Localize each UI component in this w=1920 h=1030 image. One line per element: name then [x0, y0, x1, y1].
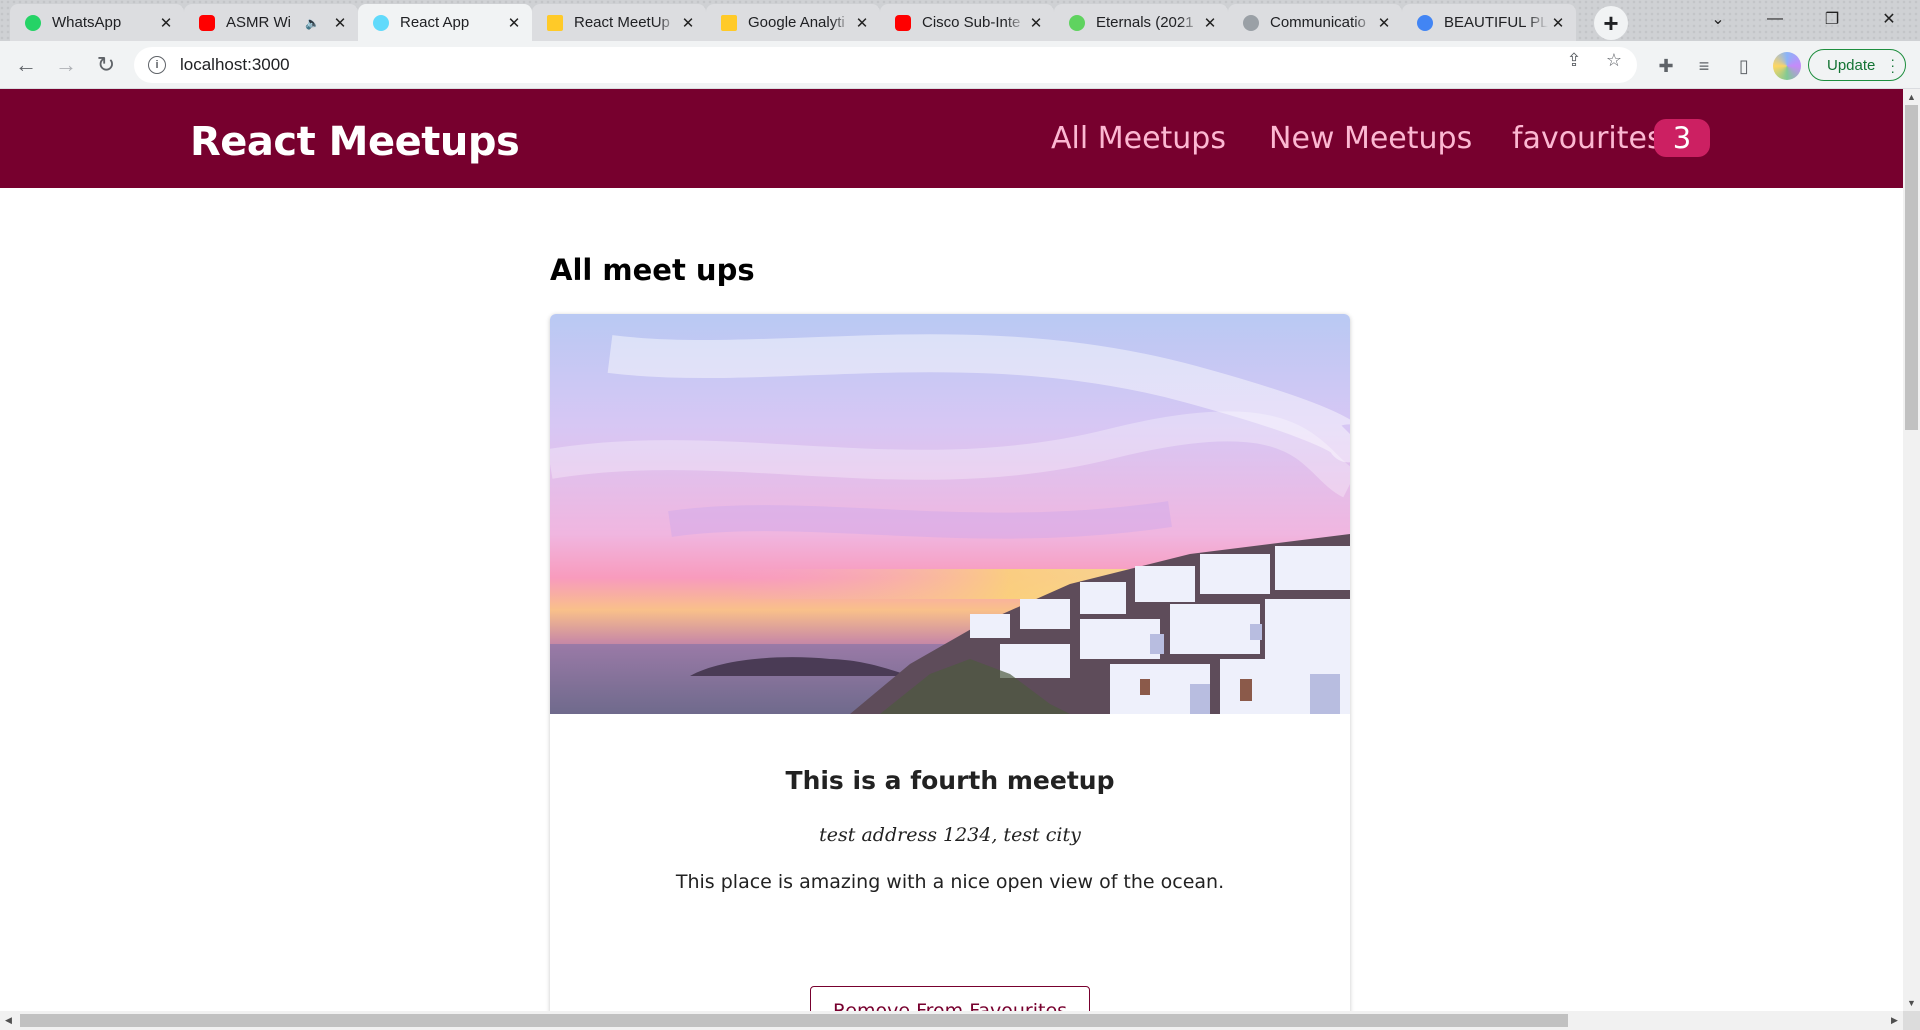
- browser-tab[interactable]: Communicatio ✕: [1228, 4, 1402, 41]
- app-header: React Meetups All Meetups New Meetups fa…: [0, 89, 1903, 188]
- browser-tab[interactable]: React App ✕: [358, 4, 532, 41]
- close-tab-icon[interactable]: ✕: [852, 13, 872, 33]
- close-window-button[interactable]: ✕: [1861, 0, 1917, 38]
- close-tab-icon[interactable]: ✕: [330, 13, 350, 33]
- maximize-button[interactable]: ❐: [1804, 0, 1860, 38]
- browser-tab-title: Eternals (2021: [1096, 14, 1194, 31]
- close-tab-icon[interactable]: ✕: [504, 13, 524, 33]
- youtube-icon: [894, 14, 912, 32]
- site-info-icon[interactable]: i: [148, 56, 166, 74]
- nav-link-new-meetups[interactable]: New Meetups: [1269, 121, 1472, 156]
- browser-tab[interactable]: Google Analyti ✕: [706, 4, 880, 41]
- vertical-scrollbar[interactable]: ▲ ▼: [1903, 89, 1920, 1011]
- meetup-address: test address 1234, test city: [819, 824, 1081, 846]
- youtube-icon: [198, 14, 216, 32]
- scroll-left-arrow-icon[interactable]: ◀: [0, 1011, 17, 1030]
- menu-dots-icon[interactable]: · · ·: [1890, 52, 1895, 78]
- browser-tab-title: Cisco Sub-Inte: [922, 14, 1021, 31]
- whatsapp-icon: [24, 14, 42, 32]
- close-tab-icon[interactable]: ✕: [156, 13, 176, 33]
- firebase-icon: [720, 14, 738, 32]
- browser-tab-title: Google Analyti: [748, 14, 845, 31]
- meetup-title: This is a fourth meetup: [785, 766, 1115, 795]
- update-label: Update: [1827, 56, 1876, 74]
- close-tab-icon[interactable]: ✕: [1026, 13, 1046, 33]
- share-icon[interactable]: ⇪: [1564, 50, 1584, 70]
- favourites-count-badge[interactable]: 3: [1654, 119, 1710, 157]
- bookmark-star-icon[interactable]: ☆: [1604, 50, 1624, 70]
- browser-tab[interactable]: Eternals (2021 ✕: [1054, 4, 1228, 41]
- close-tab-icon[interactable]: ✕: [1374, 13, 1394, 33]
- browser-tab[interactable]: BEAUTIFUL PL ✕: [1402, 4, 1576, 41]
- horizontal-scrollbar[interactable]: ◀ ▶: [0, 1011, 1903, 1030]
- meetup-image-illustration: [550, 334, 1350, 714]
- meetup-image: [550, 314, 1350, 714]
- extensions-icon[interactable]: ✚: [1654, 54, 1678, 78]
- page-viewport: React Meetups All Meetups New Meetups fa…: [0, 89, 1903, 1011]
- audio-playing-icon[interactable]: 🔈: [305, 16, 320, 30]
- media-control-icon[interactable]: ≡: [1692, 54, 1716, 78]
- meetup-card: This is a fourth meetup test address 123…: [550, 314, 1350, 1011]
- movie-icon: [1068, 14, 1086, 32]
- forward-button[interactable]: →: [48, 47, 84, 83]
- horizontal-scroll-thumb[interactable]: [20, 1014, 1568, 1027]
- nav-link-all-meetups[interactable]: All Meetups: [1051, 121, 1226, 156]
- browser-toolbar: ← → ↻ i localhost:3000 ⇪ ☆ ✚ ≡ ▯ Update …: [0, 41, 1920, 89]
- browser-tab-title: BEAUTIFUL PL: [1444, 14, 1548, 31]
- browser-tab-title: ASMR Wi: [226, 14, 291, 31]
- firebase-icon: [546, 14, 564, 32]
- page-title: All meet ups: [550, 253, 755, 287]
- meetup-description: This place is amazing with a nice open v…: [675, 871, 1225, 893]
- google-icon: [1416, 14, 1434, 32]
- browser-tab[interactable]: React MeetUp ✕: [532, 4, 706, 41]
- tab-search-button[interactable]: ⌄: [1690, 0, 1746, 38]
- react-icon: [372, 14, 390, 32]
- close-tab-icon[interactable]: ✕: [1548, 13, 1568, 33]
- browser-tab-title: React MeetUp: [574, 14, 670, 31]
- nav-link-favourites[interactable]: favourites: [1512, 121, 1663, 156]
- scroll-up-arrow-icon[interactable]: ▲: [1903, 89, 1920, 105]
- browser-tab-strip: WhatsApp ✕ ASMR Wi 🔈 ✕ React App ✕ React MeetUp…: [0, 0, 1920, 41]
- close-tab-icon[interactable]: ✕: [678, 13, 698, 33]
- scroll-right-arrow-icon[interactable]: ▶: [1886, 1011, 1903, 1030]
- browser-tab-title: React App: [400, 14, 470, 31]
- url-text[interactable]: localhost:3000: [180, 55, 290, 75]
- update-button[interactable]: Update · · ·: [1808, 49, 1906, 81]
- minimize-button[interactable]: —: [1747, 0, 1803, 38]
- browser-tab[interactable]: ASMR Wi 🔈 ✕: [184, 4, 358, 41]
- new-tab-button[interactable]: +: [1594, 6, 1628, 40]
- browser-tab-title: WhatsApp: [52, 14, 122, 31]
- app-logo[interactable]: React Meetups: [190, 119, 520, 165]
- remove-from-favourites-button[interactable]: Remove From Favourites: [810, 986, 1090, 1011]
- close-tab-icon[interactable]: ✕: [1200, 13, 1220, 33]
- browser-tab-title: Communicatio: [1270, 14, 1366, 31]
- back-button[interactable]: ←: [8, 47, 44, 83]
- profile-avatar[interactable]: [1773, 52, 1801, 80]
- scrollbar-corner: [1903, 1011, 1920, 1030]
- reload-button[interactable]: ↻: [88, 47, 124, 83]
- browser-tab[interactable]: WhatsApp ✕: [10, 4, 184, 41]
- vertical-scroll-thumb[interactable]: [1905, 105, 1918, 430]
- address-bar[interactable]: i localhost:3000: [134, 47, 1637, 83]
- browser-tab[interactable]: Cisco Sub-Inte ✕: [880, 4, 1054, 41]
- scroll-down-arrow-icon[interactable]: ▼: [1903, 995, 1920, 1011]
- side-panel-icon[interactable]: ▯: [1732, 54, 1756, 78]
- cisco-icon: [1242, 14, 1260, 32]
